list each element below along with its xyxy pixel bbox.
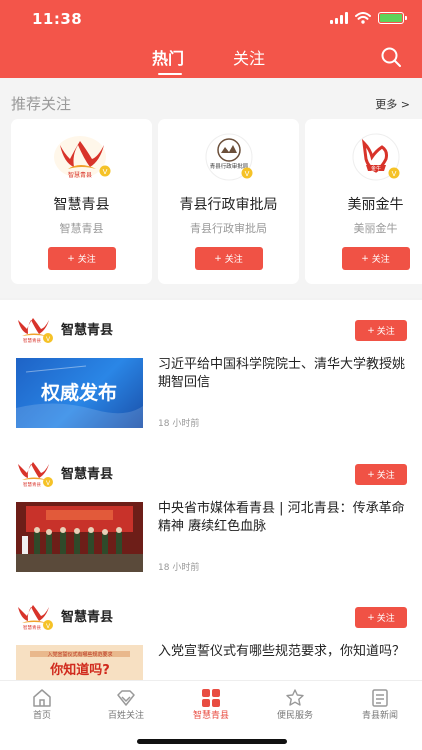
star-icon <box>286 689 304 706</box>
news-title: 习近平给中国科学院院士、清华大学教授姚期智回信 <box>158 357 406 390</box>
source-name: 智慧青县 <box>61 323 114 338</box>
diamond-icon <box>117 690 135 706</box>
source-name: 智慧青县 <box>61 610 114 625</box>
svg-text:青县行政审批局: 青县行政审批局 <box>209 162 248 170</box>
news-thumbnail <box>16 502 143 572</box>
recommend-card[interactable]: 青县行政审批局 V 青县行政审批局 青县行政审批局 + 关注 <box>158 119 299 284</box>
search-icon[interactable] <box>380 46 402 68</box>
tab-hot[interactable]: 热门 <box>152 45 184 69</box>
recommend-section: 推荐关注 更多 > 智慧青县 V 智慧青县 智慧青县 + 关注 青县行政审批局 … <box>0 78 422 298</box>
card-name: 青县行政审批局 <box>179 197 278 213</box>
follow-button[interactable]: + 关注 <box>47 247 116 270</box>
svg-text:V: V <box>102 168 107 176</box>
svg-text:智慧青县: 智慧青县 <box>23 337 41 344</box>
card-subtitle: 美丽金牛 <box>353 222 398 235</box>
svg-text:V: V <box>244 170 249 178</box>
news-thumbnail: 权威发布 <box>16 358 143 428</box>
follow-button[interactable]: + 关注 <box>355 607 407 628</box>
news-feed: 智慧青县 V 智慧青县 + 关注 权威发布 习近平给中国科学院院士、清华大学教授姚… <box>0 300 422 680</box>
follow-button[interactable]: + 关注 <box>355 464 407 485</box>
tab-follow[interactable]: 关注 <box>233 45 265 69</box>
more-link[interactable]: 更多 > <box>375 96 410 112</box>
card-name: 美丽金牛 <box>347 197 404 213</box>
plus-icon: + <box>367 325 375 336</box>
news-item[interactable]: 智慧青县 V 智慧青县 + 关注 权威发布 习近平给中国科学院院士、清华大学教授姚… <box>0 300 422 442</box>
top-tabs: 热门 关注 <box>0 45 422 75</box>
plus-icon: + <box>214 253 222 264</box>
news-thumbnail: 入党宣誓仪式有哪些规范要求 你知道吗? <box>16 645 143 680</box>
plus-icon: + <box>367 469 375 480</box>
svg-text:智慧青县: 智慧青县 <box>67 171 91 179</box>
source-avatar: 智慧青县 V <box>18 462 53 488</box>
status-icons <box>330 12 407 24</box>
status-time: 11:38 <box>32 10 83 28</box>
follow-button[interactable]: + 关注 <box>355 320 407 341</box>
nav-public-concern[interactable]: 百姓关注 <box>84 681 168 731</box>
active-tab-indicator <box>158 73 182 75</box>
recommend-card[interactable]: 金牛 V 美丽金牛 美丽金牛 + 关注 <box>305 119 422 284</box>
nav-services[interactable]: 便民服务 <box>253 681 337 731</box>
nav-home[interactable]: 首页 <box>0 681 84 731</box>
svg-text:智慧青县: 智慧青县 <box>23 481 41 488</box>
news-time: 18 小时前 <box>158 563 200 573</box>
plus-icon: + <box>67 253 75 264</box>
source-avatar: 智慧青县 V <box>18 605 53 631</box>
grid-icon <box>202 689 220 707</box>
svg-text:智慧青县: 智慧青县 <box>23 624 41 631</box>
battery-icon <box>378 12 407 24</box>
home-indicator <box>137 739 287 744</box>
news-title: 入党宣誓仪式有哪些规范要求，你知道吗？ <box>158 644 406 659</box>
thumb-text: 权威发布 <box>40 381 117 404</box>
document-icon <box>372 689 388 707</box>
recommend-cards: 智慧青县 V 智慧青县 智慧青县 + 关注 青县行政审批局 V 青县行政审批局 … <box>11 119 422 284</box>
thumbnail-graphic: 权威发布 <box>16 365 143 428</box>
meili-jinniu-logo: 金牛 V <box>352 133 399 181</box>
home-icon <box>33 689 51 707</box>
thumb-caption: 入党宣誓仪式有哪些规范要求 <box>47 651 112 658</box>
follow-button[interactable]: + 关注 <box>194 247 263 270</box>
news-item[interactable]: 智慧青县 V 智慧青县 + 关注 入党宣誓仪式有哪些规范要求 你知道吗? 入党宣誓… <box>0 587 422 680</box>
status-bar: 11:38 <box>0 0 422 40</box>
news-time: 18 小时前 <box>158 419 200 429</box>
svg-text:V: V <box>391 170 396 178</box>
signal-icon <box>330 12 348 24</box>
recommend-card[interactable]: 智慧青县 V 智慧青县 智慧青县 + 关注 <box>11 119 152 284</box>
approval-bureau-logo: 青县行政审批局 V <box>205 133 252 181</box>
news-item[interactable]: 智慧青县 V 智慧青县 + 关注 中央省市媒体看青县 | 河北青县：传承革命精神… <box>0 444 422 586</box>
plus-icon: + <box>361 253 369 264</box>
stage-photo <box>16 502 143 572</box>
svg-text:金牛: 金牛 <box>370 165 380 172</box>
thumbnail-graphic: 入党宣誓仪式有哪些规范要求 你知道吗? <box>16 645 143 680</box>
thumb-text: 你知道吗? <box>49 662 110 678</box>
nav-smart-qingxian[interactable]: 智慧青县 <box>169 681 253 731</box>
card-subtitle: 智慧青县 <box>59 222 104 235</box>
source-name: 智慧青县 <box>61 467 114 482</box>
card-name: 智慧青县 <box>53 197 110 213</box>
zhihui-qingxian-logo: 智慧青县 V <box>53 136 110 179</box>
news-title: 中央省市媒体看青县 | 河北青县：传承革命精神 赓续红色血脉 <box>158 501 405 534</box>
wifi-icon <box>355 12 371 24</box>
app-header: 11:38 热门 关注 <box>0 0 422 78</box>
card-subtitle: 青县行政审批局 <box>190 222 267 235</box>
follow-button[interactable]: + 关注 <box>341 247 410 270</box>
source-avatar: 智慧青县 V <box>18 318 53 344</box>
recommend-title: 推荐关注 <box>11 95 72 113</box>
plus-icon: + <box>367 612 375 623</box>
nav-news[interactable]: 青县新闻 <box>338 681 422 731</box>
